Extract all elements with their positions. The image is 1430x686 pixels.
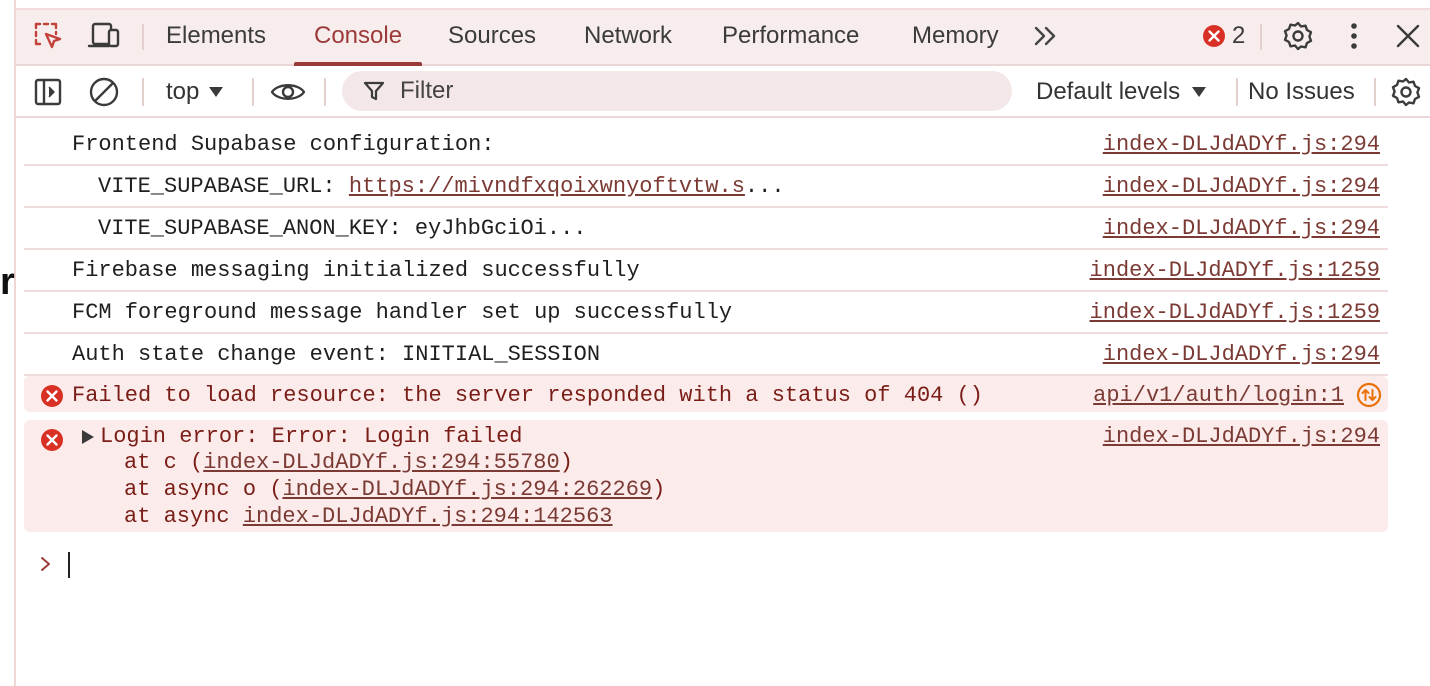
filter-box[interactable] xyxy=(342,71,1012,111)
expand-triangle-icon[interactable] xyxy=(82,430,94,444)
log-source-link[interactable]: index-DLJdADYf.js:1259 xyxy=(1090,300,1380,325)
console-settings-gear-icon[interactable] xyxy=(1388,74,1424,110)
tab-elements[interactable]: Elements xyxy=(166,8,266,64)
log-message: Frontend Supabase configuration: xyxy=(72,132,495,157)
console-prompt[interactable] xyxy=(40,550,80,580)
settings-gear-icon[interactable] xyxy=(1280,18,1316,54)
log-row: VITE_SUPABASE_URL: https://mivndfxqoixwn… xyxy=(24,164,1388,208)
log-source-link[interactable]: index-DLJdADYf.js:1259 xyxy=(1090,258,1380,283)
log-source-link[interactable]: index-DLJdADYf.js:294 xyxy=(1103,174,1380,199)
error-source-link[interactable]: index-DLJdADYf.js:294 xyxy=(1103,424,1380,449)
toolbar-divider xyxy=(142,78,144,106)
console-toolbar: top Default levels No Issues xyxy=(16,66,1430,118)
tab-console[interactable]: Console xyxy=(293,8,423,66)
log-row: Auth state change event: INITIAL_SESSION… xyxy=(24,332,1388,376)
log-row: FCM foreground message handler set up su… xyxy=(24,290,1388,334)
toolbar-divider xyxy=(252,78,254,106)
clear-console-icon[interactable] xyxy=(86,74,122,110)
log-message: VITE_SUPABASE_ANON_KEY: eyJhbGciOi... xyxy=(98,216,587,241)
device-toolbar-icon[interactable] xyxy=(86,18,122,54)
log-levels-select[interactable]: Default levels xyxy=(1036,74,1207,110)
error-source-link[interactable]: api/v1/auth/login:1 xyxy=(1093,383,1344,408)
log-ellipsis: ... xyxy=(744,174,785,199)
log-source-link[interactable]: index-DLJdADYf.js:294 xyxy=(1103,216,1380,241)
filter-input[interactable] xyxy=(398,76,962,106)
context-select[interactable]: top xyxy=(166,74,224,110)
live-expression-eye-icon[interactable] xyxy=(270,74,306,110)
error-row: Login error: Error: Login failed index-D… xyxy=(24,420,1388,532)
log-row: Firebase messaging initialized successfu… xyxy=(24,248,1388,292)
log-source-link[interactable]: index-DLJdADYf.js:294 xyxy=(1103,342,1380,367)
log-message: FCM foreground message handler set up su… xyxy=(72,300,733,325)
inspect-element-icon[interactable] xyxy=(30,18,66,54)
context-value: top xyxy=(166,78,200,105)
error-icon xyxy=(1203,25,1225,47)
page-edge-text: r xyxy=(0,261,15,303)
dropdown-arrow-icon xyxy=(209,87,224,97)
devtools-tabbar: Elements Console Sources Network Perform… xyxy=(16,0,1430,66)
supabase-url-link[interactable]: https://mivndfxqoixwnyoftvtw.s xyxy=(349,174,745,199)
more-options-icon[interactable] xyxy=(1336,18,1372,54)
toolbar-divider xyxy=(1374,78,1376,106)
more-tabs-icon[interactable] xyxy=(1028,18,1064,54)
error-icon xyxy=(41,385,63,407)
prompt-chevron-icon xyxy=(41,557,50,571)
log-label: VITE_SUPABASE_URL: xyxy=(98,174,349,199)
stack-frame: at c (index-DLJdADYf.js:294:55780) xyxy=(124,450,573,475)
tabbar-divider xyxy=(142,24,144,50)
issues-button[interactable]: No Issues xyxy=(1248,74,1355,110)
log-row: Frontend Supabase configuration: index-D… xyxy=(24,122,1388,166)
log-row: VITE_SUPABASE_ANON_KEY: eyJhbGciOi... in… xyxy=(24,206,1388,250)
log-message: Auth state change event: INITIAL_SESSION xyxy=(72,342,601,367)
error-message: Failed to load resource: the server resp… xyxy=(72,383,983,408)
text-cursor xyxy=(68,552,70,578)
page-edge: r xyxy=(0,0,16,686)
tab-network[interactable]: Network xyxy=(584,8,672,64)
close-devtools-icon[interactable] xyxy=(1390,18,1426,54)
stack-frame-link[interactable]: index-DLJdADYf.js:294:262269 xyxy=(282,477,652,502)
devtools-panel: Elements Console Sources Network Perform… xyxy=(16,0,1430,686)
stack-frame-link[interactable]: index-DLJdADYf.js:294:142563 xyxy=(243,504,613,529)
stack-frame-link[interactable]: index-DLJdADYf.js:294:55780 xyxy=(203,450,559,475)
network-request-icon[interactable] xyxy=(1356,382,1382,408)
error-message: Login error: Error: Login failed xyxy=(100,424,523,449)
error-count: 2 xyxy=(1232,22,1246,49)
toolbar-divider xyxy=(324,78,326,106)
error-icon xyxy=(41,429,63,451)
error-row: Failed to load resource: the server resp… xyxy=(24,376,1388,412)
error-count-badge[interactable]: 2 xyxy=(1202,22,1245,50)
log-levels-value: Default levels xyxy=(1036,78,1181,105)
console-messages: Frontend Supabase configuration: index-D… xyxy=(16,118,1430,686)
filter-icon xyxy=(362,79,386,103)
tab-memory[interactable]: Memory xyxy=(912,8,999,64)
log-message: Firebase messaging initialized successfu… xyxy=(72,258,640,283)
stack-frame: at async o (index-DLJdADYf.js:294:262269… xyxy=(124,477,666,502)
dropdown-arrow-icon xyxy=(1192,87,1207,97)
log-source-link[interactable]: index-DLJdADYf.js:294 xyxy=(1103,132,1380,157)
sidebar-toggle-icon[interactable] xyxy=(30,74,66,110)
tab-performance[interactable]: Performance xyxy=(722,8,859,64)
stack-frame: at async index-DLJdADYf.js:294:142563 xyxy=(124,504,613,529)
tab-sources[interactable]: Sources xyxy=(448,8,536,64)
log-message: VITE_SUPABASE_URL: https://mivndfxqoixwn… xyxy=(98,174,785,199)
toolbar-divider xyxy=(1236,78,1238,106)
tabbar-divider xyxy=(1260,24,1262,50)
